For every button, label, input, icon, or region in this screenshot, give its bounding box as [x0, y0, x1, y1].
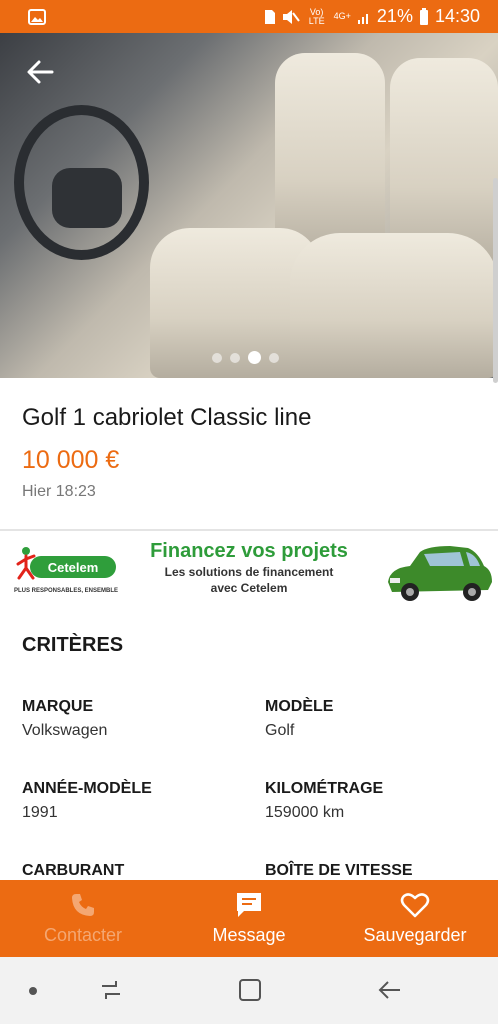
home-icon[interactable] [237, 977, 263, 1003]
criterion-label: MODÈLE [265, 698, 334, 715]
clock: 14:30 [434, 6, 480, 26]
mute-icon [282, 9, 300, 24]
back-icon[interactable] [376, 977, 402, 1003]
criterion-label: ANNÉE-MODÈLE [22, 780, 152, 797]
system-nav-bar [0, 957, 498, 1024]
criterion-brand: MARQUE Volkswagen [22, 698, 242, 740]
criterion-label: CARBURANT [22, 862, 125, 879]
volte-label: Vo) LTE [308, 6, 325, 26]
image-icon [28, 8, 46, 25]
gallery-pagination [212, 351, 279, 364]
criterion-fuel: CARBURANT [22, 862, 242, 880]
criterion-model: MODÈLE Golf [265, 698, 485, 740]
signal-icon [357, 13, 368, 24]
gallery-dot[interactable] [269, 352, 279, 363]
criterion-gearbox: BOÎTE DE VITESSE [265, 862, 485, 880]
criterion-value: Volkswagen [22, 722, 108, 739]
ad-text: Financez vos projets Les solutions de fi… [126, 540, 372, 595]
gallery-dot[interactable] [212, 352, 222, 363]
ad-banner[interactable]: Cetelem PLUS RESPONSABLES, ENSEMBLE Fina… [0, 534, 498, 608]
ad-subline-1: Les solutions de financement [164, 565, 334, 579]
battery-percent: 21% [376, 6, 413, 26]
gallery-dot[interactable] [230, 352, 240, 363]
recent-apps-icon[interactable] [98, 977, 124, 1003]
divider [0, 529, 498, 531]
photo-gallery[interactable] [0, 33, 498, 378]
cetelem-logo: Cetelem PLUS RESPONSABLES, ENSEMBLE [12, 544, 120, 600]
criterion-label: BOÎTE DE VITESSE [265, 862, 413, 879]
ad-brand: Cetelem [30, 556, 116, 578]
criterion-year: ANNÉE-MODÈLE 1991 [22, 780, 242, 822]
ad-subline-2: avec Cetelem [210, 581, 288, 595]
save-button[interactable]: Sauvegarder [332, 880, 498, 957]
listing-date: Hier 18:23 [22, 483, 96, 500]
seat-cushion-right [290, 233, 498, 378]
message-button[interactable]: Message [166, 880, 332, 957]
status-bar: Vo) LTE 4G+ 21% 14:30 [0, 0, 498, 33]
gallery-dot-active[interactable] [248, 351, 261, 364]
back-arrow-icon[interactable] [24, 56, 56, 88]
criterion-label: KILOMÉTRAGE [265, 780, 384, 797]
phone-icon [72, 894, 94, 916]
green-car-icon [388, 546, 492, 601]
criterion-label: MARQUE [22, 698, 94, 715]
network-label: 4G+ [333, 11, 351, 21]
steering-hub [52, 168, 122, 228]
message-label: Message [212, 925, 286, 945]
sim-icon [264, 9, 275, 24]
ad-headline: Financez vos projets [150, 540, 348, 562]
listing-title: Golf 1 cabriolet Classic line [22, 404, 312, 431]
contact-label: Contacter [43, 925, 123, 945]
criterion-value: Golf [265, 722, 295, 739]
heart-icon [400, 893, 430, 918]
criterion-value: 159000 km [265, 804, 345, 821]
criteria-title: CRITÈRES [22, 634, 124, 656]
criterion-mileage: KILOMÉTRAGE 159000 km [265, 780, 485, 822]
message-icon [237, 893, 261, 917]
battery-icon [419, 7, 428, 25]
ad-tagline: PLUS RESPONSABLES, ENSEMBLE [14, 588, 119, 594]
criterion-value: 1991 [22, 804, 58, 821]
action-bar: Contacter Message Sauvegarder [0, 880, 498, 957]
scrollbar[interactable] [493, 178, 498, 383]
save-label: Sauvegarder [363, 925, 467, 945]
listing-price: 10 000 € [22, 446, 120, 474]
dot-icon[interactable] [28, 986, 38, 996]
contact-button[interactable]: Contacter [0, 880, 166, 957]
listing-header: Golf 1 cabriolet Classic line 10 000 € H… [22, 404, 482, 501]
